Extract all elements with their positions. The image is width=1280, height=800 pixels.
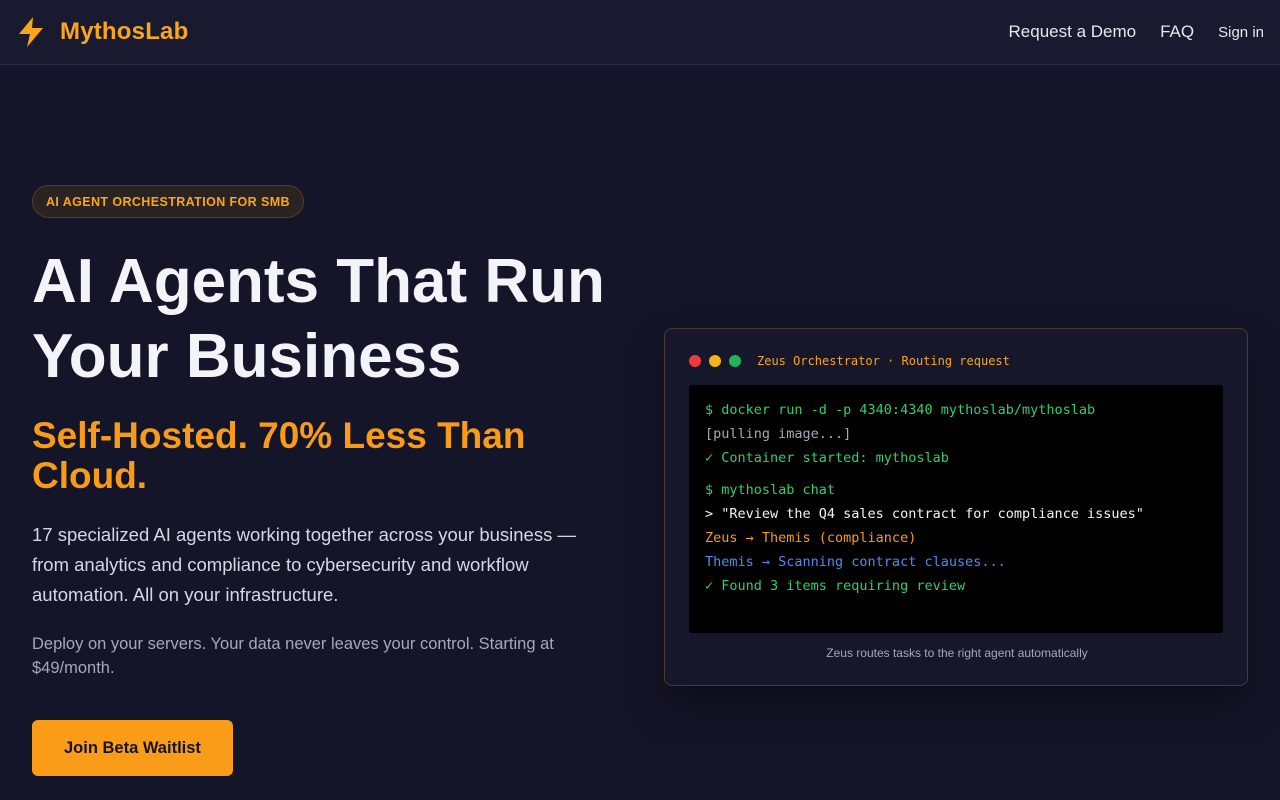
- hero-lead: 17 specialized AI agents working togethe…: [32, 524, 576, 605]
- sign-in-link[interactable]: Sign in: [1218, 24, 1264, 41]
- hero-section: AI AGENT ORCHESTRATION FOR SMB AI Agents…: [32, 185, 622, 776]
- window-close-dot-icon: [689, 355, 701, 367]
- terminal-header: Zeus Orchestrator · Routing request: [689, 354, 1010, 368]
- window-minimize-dot-icon: [709, 355, 721, 367]
- terminal-line: Zeus → Themis (compliance): [705, 530, 917, 546]
- terminal-line: $ mythoslab chat: [705, 482, 836, 498]
- brand-logo-link[interactable]: MythosLab: [16, 16, 188, 48]
- join-beta-waitlist-button[interactable]: Join Beta Waitlist: [32, 720, 233, 776]
- terminal-line: Themis → Scanning contract clauses...: [705, 554, 1006, 570]
- hero-headline-line-2: Your Business: [32, 322, 462, 391]
- brand-name: MythosLab: [60, 18, 189, 45]
- terminal-line: [pulling image...]: [705, 426, 852, 442]
- hero-sub: Deploy on your servers. Your data never …: [32, 635, 554, 677]
- terminal-line: ✓ Container started: mythoslab: [705, 450, 949, 466]
- terminal-caption: Zeus routes tasks to the right agent aut…: [826, 646, 1088, 660]
- nav-link-faq[interactable]: FAQ: [1160, 22, 1194, 42]
- hero-subheadline: Self-Hosted. 70% Less Than Cloud.: [32, 415, 526, 496]
- terminal-card: Zeus Orchestrator · Routing request $ do…: [664, 328, 1248, 686]
- nav-link-request-demo[interactable]: Request a Demo: [1009, 22, 1137, 42]
- hero-headline-line-1: AI Agents That Run: [32, 247, 605, 316]
- lightning-bolt-icon: [16, 16, 46, 48]
- hero-headline: AI Agents That Run Your Business: [32, 244, 622, 394]
- terminal-title: Zeus Orchestrator · Routing request: [757, 354, 1010, 368]
- nav-links: Request a Demo FAQ Sign in: [1009, 22, 1264, 42]
- top-nav: MythosLab Request a Demo FAQ Sign in: [0, 0, 1280, 65]
- terminal-line: > "Review the Q4 sales contract for comp…: [705, 506, 1144, 522]
- terminal-line: $ docker run -d -p 4340:4340 mythoslab/m…: [705, 402, 1096, 418]
- hero-badge: AI AGENT ORCHESTRATION FOR SMB: [32, 185, 304, 218]
- terminal-line: ✓ Found 3 items requiring review: [705, 578, 966, 594]
- terminal-body: $ docker run -d -p 4340:4340 mythoslab/m…: [689, 385, 1223, 633]
- window-maximize-dot-icon: [729, 355, 741, 367]
